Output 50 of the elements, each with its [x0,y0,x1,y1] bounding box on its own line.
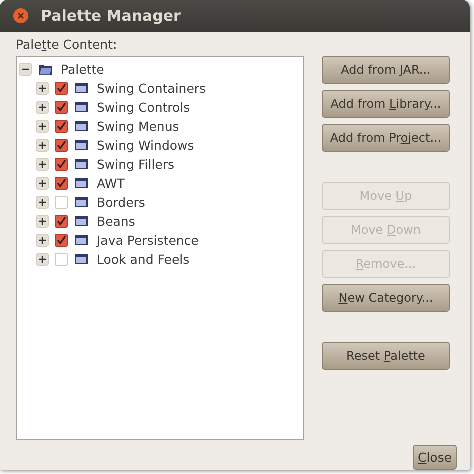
tree-item[interactable]: Palette [61,62,104,77]
checkbox[interactable] [55,177,68,190]
folder-icon [74,82,89,95]
tree-item[interactable]: Swing Controls [97,100,190,115]
expand-icon[interactable] [36,215,49,228]
action-button[interactable]: Reset Palette [322,342,450,370]
action-button[interactable]: New Category... [322,284,450,312]
folder-icon [74,177,89,190]
expand-icon[interactable] [36,139,49,152]
expand-icon[interactable] [36,101,49,114]
tree-item[interactable]: Java Persistence [97,233,199,248]
folder-icon [74,196,89,209]
window-title: Palette Manager [41,7,181,25]
palette-content-label: Palette Content: [16,37,118,54]
checkbox[interactable] [55,101,68,114]
tree-item[interactable]: Swing Windows [97,138,194,153]
expand-icon[interactable] [36,196,49,209]
tree-item[interactable]: Beans [97,214,136,229]
tree-item[interactable]: Swing Menus [97,119,180,134]
close-icon[interactable] [13,8,29,24]
checkbox[interactable] [55,139,68,152]
action-button[interactable]: Add from Library... [322,90,450,118]
expand-icon[interactable] [36,82,49,95]
checkbox[interactable] [55,82,68,95]
tree-item[interactable]: Look and Feels [97,252,190,267]
expand-icon[interactable] [36,234,49,247]
folder-icon [74,139,89,152]
action-button[interactable]: Add from JAR... [322,56,450,84]
tree-item[interactable]: AWT [97,176,125,191]
tree-item[interactable]: Borders [97,195,146,210]
folder-icon [74,234,89,247]
checkbox[interactable] [55,234,68,247]
folder-icon [74,120,89,133]
folder-icon [74,158,89,171]
expand-icon[interactable] [36,253,49,266]
expand-icon[interactable] [36,158,49,171]
folder-icon [74,101,89,114]
tree-item[interactable]: Swing Containers [97,81,206,96]
checkbox[interactable] [55,120,68,133]
expand-icon[interactable] [36,120,49,133]
collapse-icon[interactable] [19,63,32,76]
folder-icon [74,253,89,266]
expand-icon[interactable] [36,177,49,190]
checkbox[interactable] [55,215,68,228]
checkbox[interactable] [55,158,68,171]
folder-icon [74,215,89,228]
action-button[interactable]: Add from Project... [322,124,450,152]
close-button[interactable]: Close [413,445,457,470]
folder-icon [38,63,53,76]
tree-item[interactable]: Swing Fillers [97,157,175,172]
